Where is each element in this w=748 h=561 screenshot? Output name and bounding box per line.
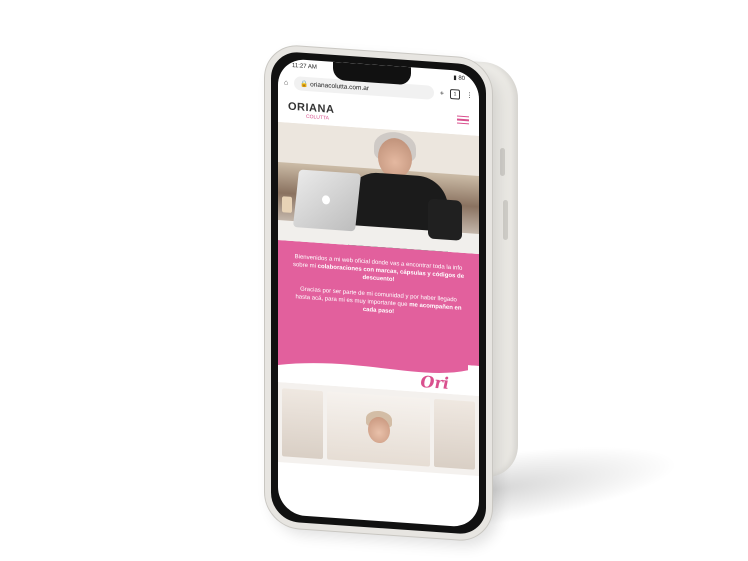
tab-switcher[interactable]: 1 bbox=[450, 88, 460, 100]
home-icon[interactable]: ⌂ bbox=[284, 79, 288, 86]
side-button bbox=[503, 200, 508, 240]
status-time: 11:27 AM bbox=[292, 62, 317, 71]
new-tab-icon[interactable]: + bbox=[440, 90, 444, 97]
photo-gallery bbox=[278, 381, 479, 477]
battery-icon: ▮ 80 bbox=[453, 74, 465, 82]
url-text: orianacolutta.com.ar bbox=[310, 80, 370, 92]
thanks-text: Gracias por ser parte de mi comunidad y … bbox=[292, 285, 465, 321]
welcome-section: Bienvenidos a mi web oficial donde vas a… bbox=[278, 239, 479, 367]
more-menu-icon[interactable]: ⋮ bbox=[466, 91, 473, 99]
welcome-text: Bienvenidos a mi web oficial donde vas a… bbox=[292, 253, 465, 289]
hamburger-menu-icon[interactable] bbox=[457, 115, 469, 125]
site-logo[interactable]: ORIANA COLUTTA bbox=[288, 97, 334, 122]
phone-screen: 11:27 AM ▮ 80 ⌂ 🔒 orianacolutta.com.ar +… bbox=[278, 57, 479, 529]
apple-logo-icon bbox=[322, 195, 330, 205]
hero-photo bbox=[278, 121, 479, 255]
gallery-tile[interactable] bbox=[433, 398, 475, 470]
gallery-tile[interactable] bbox=[327, 391, 430, 467]
side-button bbox=[500, 148, 505, 176]
signature: Ori bbox=[420, 371, 449, 393]
lock-icon: 🔒 bbox=[300, 80, 309, 89]
battery-level: 80 bbox=[458, 75, 465, 82]
phone-device: 11:27 AM ▮ 80 ⌂ 🔒 orianacolutta.com.ar +… bbox=[265, 44, 492, 542]
gallery-tile[interactable] bbox=[282, 388, 324, 460]
